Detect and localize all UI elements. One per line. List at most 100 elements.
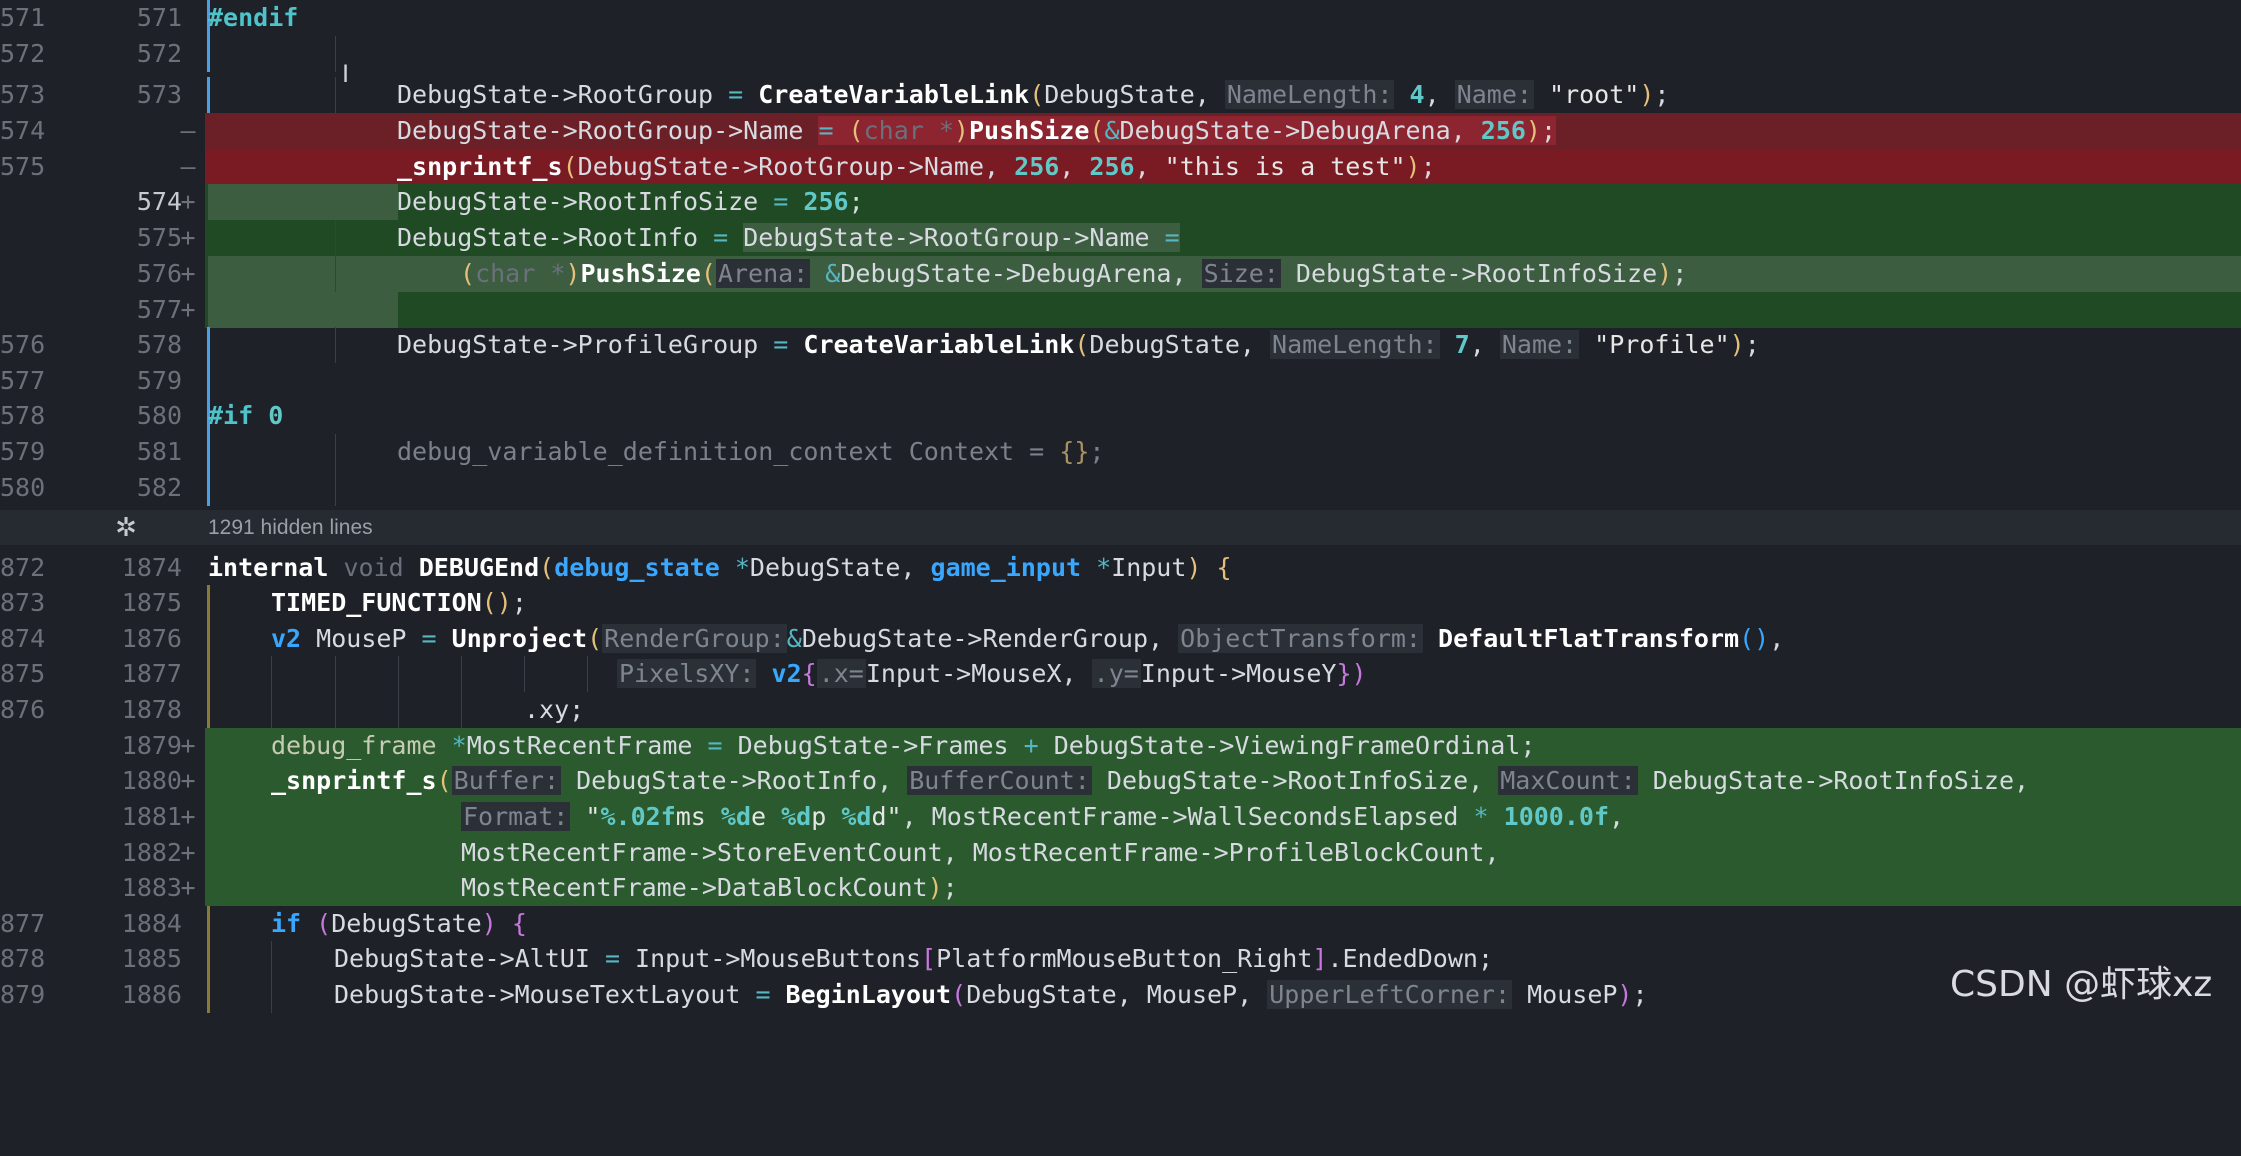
code-token: BeginLayout <box>785 980 952 1009</box>
code-line: 579 581 debug_variable_definition_context… <box>0 434 2241 470</box>
code-line: 578 580 #if 0 <box>0 398 2241 434</box>
diff-sign: + <box>180 802 196 831</box>
code-token: DebugState->ViewingFrameOrdinal <box>1053 731 1521 760</box>
old-line-number: 580 <box>0 473 46 502</box>
code-token: DebugState, MouseP, <box>966 980 1268 1009</box>
code-token: [ <box>921 944 937 973</box>
code-token: ; <box>1632 980 1648 1009</box>
code-token: ms <box>675 802 721 831</box>
code-line: 571 571 #endif <box>0 0 2241 36</box>
code-token: ; <box>569 695 585 724</box>
new-line-number: 573 <box>136 80 182 109</box>
code-token: ( <box>1089 116 1105 145</box>
code-token: { <box>496 909 527 938</box>
code-token: ; <box>942 873 958 902</box>
code-line: 879 1886 DebugState->MouseTextLayout = Be… <box>0 977 2241 1013</box>
new-line-number: 571 <box>136 3 182 32</box>
code-token: if <box>271 909 317 938</box>
code-token: PlatformMouseButton_Right <box>936 944 1313 973</box>
code-token: %.02f <box>600 802 676 831</box>
old-line-number: 579 <box>0 437 46 466</box>
new-line-number: 581 <box>136 437 182 466</box>
code-token: ( <box>460 259 476 288</box>
code-token: ) <box>481 909 497 938</box>
code-token: ( <box>316 909 332 938</box>
code-token: () <box>1739 624 1770 653</box>
unfold-icon[interactable]: ✲ <box>113 510 139 545</box>
inlay-hint: .x= <box>816 659 866 688</box>
new-line-number: 1882 <box>121 838 182 867</box>
code-token: debug_state <box>554 553 720 582</box>
code-line: 874 1876 v2 MouseP = Unproject(RenderGrou… <box>0 621 2241 657</box>
code-line: 878 1885 DebugState->AltUI = Input->Mouse… <box>0 941 2241 977</box>
new-line-number: 1879 <box>121 731 182 760</box>
inlay-hint: .y= <box>1091 659 1141 688</box>
code-token: ; <box>1089 437 1105 466</box>
code-line: 876 1878 .xy; <box>0 692 2241 728</box>
code-token: ( <box>1074 330 1090 359</box>
code-line: 577 579 <box>0 363 2241 399</box>
code-token: internal <box>208 553 344 582</box>
code-token: ( <box>1029 80 1045 109</box>
code-token: ( <box>539 553 555 582</box>
inlay-hint: PixelsXY: <box>617 659 757 688</box>
diff-sign: + <box>180 731 196 760</box>
code-token: ; <box>1654 80 1670 109</box>
code-token: , <box>901 802 932 831</box>
code-token: , <box>1424 80 1455 109</box>
code-token: game_input <box>930 553 1082 582</box>
code-token: 7 <box>1454 330 1470 359</box>
new-line-number: 1883 <box>121 873 182 902</box>
code-token: %d <box>781 802 812 831</box>
code-token: () <box>481 588 512 617</box>
old-line-number: 578 <box>0 401 46 430</box>
old-line-number: 873 <box>0 588 46 617</box>
old-line-number: 875 <box>0 659 46 688</box>
code-token: 256 <box>1014 152 1060 181</box>
code-token: DebugState->AltUI <box>334 944 605 973</box>
diff-sign: + <box>180 766 196 795</box>
code-token: ( <box>951 980 967 1009</box>
code-token: & <box>1104 116 1120 145</box>
code-token: = <box>1164 223 1180 252</box>
new-line-number: 576 <box>136 259 182 288</box>
diff-sign: — <box>180 116 196 145</box>
old-line-number: 575 <box>0 152 46 181</box>
code-token: = <box>421 624 452 653</box>
hidden-lines-fold[interactable]: ✲ 1291 hidden lines <box>0 510 2241 545</box>
code-token: ) <box>927 873 943 902</box>
code-token: ) <box>1351 659 1367 688</box>
code-token: MouseP <box>301 624 422 653</box>
code-token: ; <box>1520 731 1536 760</box>
new-line-number: 1876 <box>121 624 182 653</box>
removed-line: 575 — _snprintf_s(DebugState->RootGroup->… <box>0 149 2241 185</box>
new-line-number: 1875 <box>121 588 182 617</box>
inlay-hint: NameLength: <box>1270 330 1440 359</box>
diff-sign: + <box>180 838 196 867</box>
code-token: = <box>1029 437 1060 466</box>
watermark: CSDN @虾球xz <box>1950 964 2213 1005</box>
new-line-number: 1881 <box>121 802 182 831</box>
code-token: ) <box>1729 330 1745 359</box>
old-line-number: 876 <box>0 695 46 724</box>
new-line-number: 1877 <box>121 659 182 688</box>
code-token: DebugState->Frames <box>737 731 1024 760</box>
code-token: 256 <box>1480 116 1526 145</box>
code-token: ( <box>436 766 452 795</box>
code-token: Input <box>1111 553 1187 582</box>
code-token: _snprintf_s <box>271 766 437 795</box>
code-token: " <box>585 802 601 831</box>
code-token: + <box>1023 731 1054 760</box>
new-line-number: 574 <box>136 187 182 216</box>
code-token: TIMED_FUNCTION <box>271 588 482 617</box>
inlay-hint: Size: <box>1201 259 1281 288</box>
code-token: DebugState->RootGroup->Name <box>743 223 1165 252</box>
old-line-number: 576 <box>0 330 46 359</box>
code-token: DebugState->RootGroup->Name, <box>577 152 1015 181</box>
old-line-number: 872 <box>0 553 46 582</box>
code-line: 572 572 <box>0 36 2241 72</box>
removed-line: 574— DebugState->RootGroup->Name = (char… <box>0 113 2241 149</box>
code-token: void <box>343 553 419 582</box>
inlay-hint: BufferCount: <box>907 766 1092 795</box>
code-token: {} <box>1059 437 1090 466</box>
